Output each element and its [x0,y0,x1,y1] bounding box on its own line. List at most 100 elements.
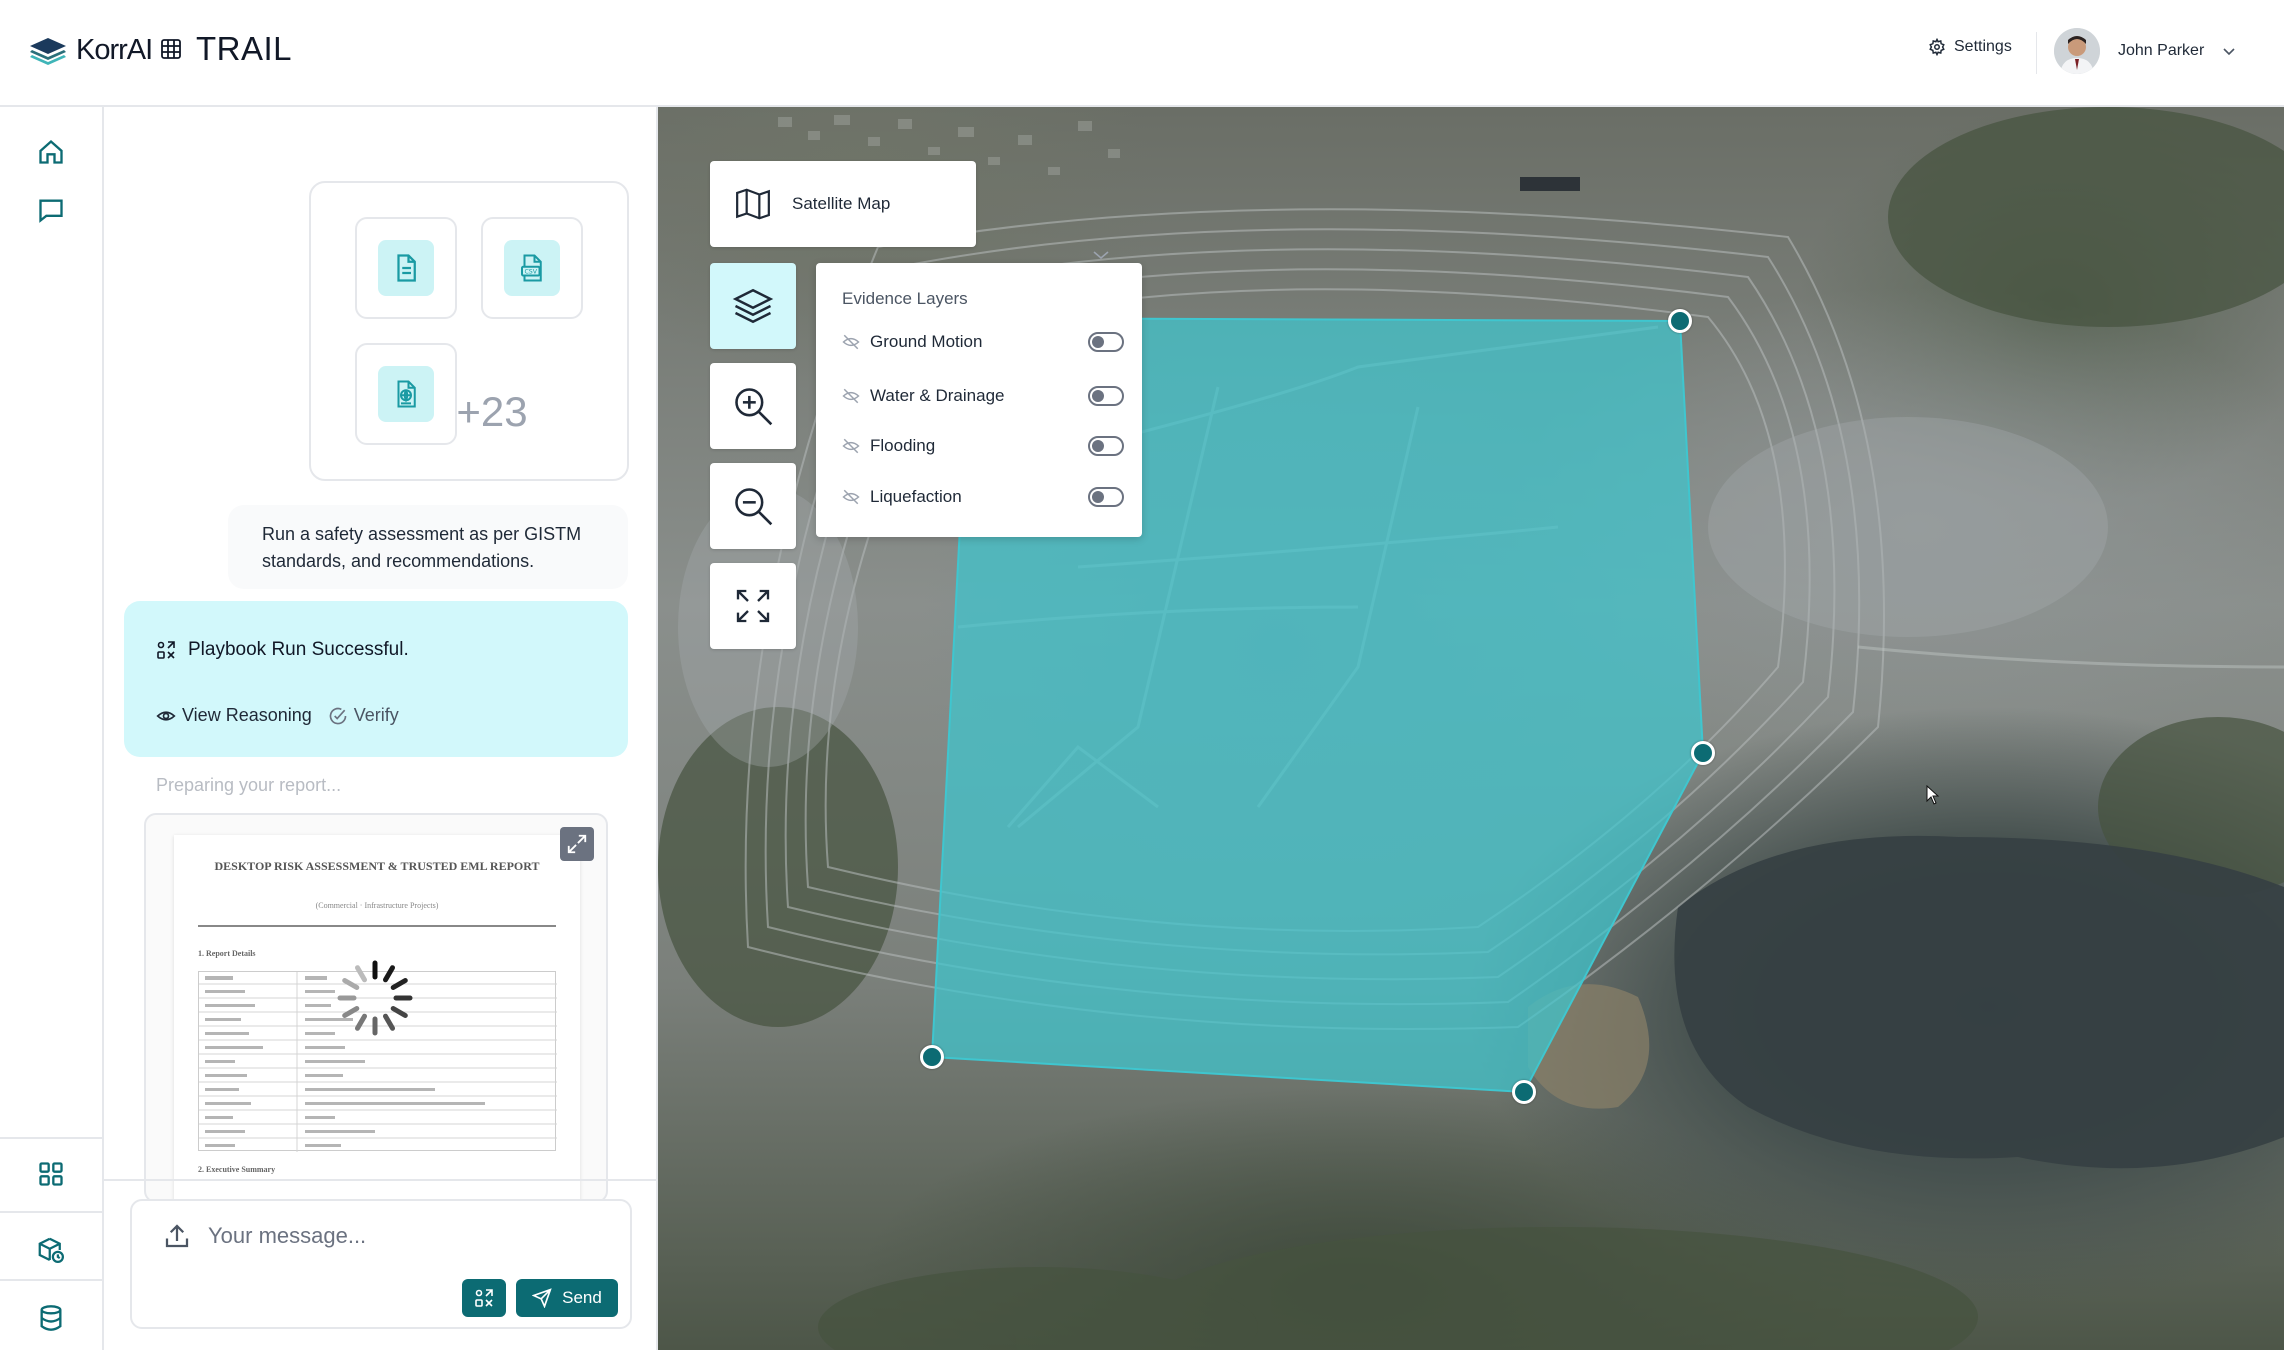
layer-name: Ground Motion [870,332,983,351]
send-icon [532,1288,552,1308]
playbook-result-card: Playbook Run Successful. View Reasoning … [124,601,628,757]
attachments-card: CSV +23 [309,181,629,481]
report-rule [198,925,556,927]
loading-spinner-icon [337,960,413,1036]
gear-icon [1929,38,1945,56]
zoom-in-icon [735,388,773,426]
brand-logo[interactable]: KorrAI [28,34,153,67]
basemap-label: Satellite Map [792,194,891,213]
web-document-icon [397,380,416,408]
polygon-vertex-handle[interactable] [920,1045,944,1069]
expand-icon [567,834,587,854]
send-button[interactable]: Send [516,1279,618,1317]
report-subtitle: (Commercial · Infrastructure Projects) [315,901,439,910]
app-name: TRAIL [196,30,293,67]
message-input[interactable] [208,1219,588,1253]
user-message: Run a safety assessment as per GISTM sta… [228,505,628,589]
nav-chat[interactable] [28,187,74,233]
layer-name: Water & Drainage [870,386,1005,405]
attachment-document[interactable] [355,217,457,319]
upload-icon [165,1224,189,1248]
report-preview[interactable]: DESKTOP RISK ASSESSMENT & TRUSTED EML RE… [144,813,608,1203]
left-sidebar [0,107,104,1350]
layer-row-ground-motion: Ground Motion [842,327,1124,357]
layers-icon [732,288,774,324]
basemap-selector[interactable]: Satellite Map [710,161,976,247]
result-title-text: Playbook Run Successful. [188,639,409,660]
polygon-vertex-handle[interactable] [1668,309,1692,333]
settings-button[interactable]: Settings [1928,38,2012,56]
nav-dashboard[interactable] [28,1151,74,1197]
nav-assets[interactable] [28,1227,74,1273]
report-section-heading: 2. Executive Summary [198,1165,276,1174]
expand-report-button[interactable] [560,827,594,861]
playbook-button[interactable] [462,1279,506,1317]
eye-icon [156,710,176,721]
preparing-status: Preparing your report... [156,775,342,795]
layer-row-liquefaction: Liquefaction [842,482,1124,512]
result-title: Playbook Run Successful. [156,639,409,661]
fullscreen-icon [736,589,770,623]
verify-label: Verify [353,705,399,725]
layer-toggle-water-drainage[interactable] [1088,386,1124,406]
more-attachments-count[interactable]: +23 [441,361,543,463]
verify-button[interactable]: Verify [328,705,399,726]
chevron-down-icon [1093,251,1109,260]
fullscreen-button[interactable] [710,563,796,649]
home-icon [39,139,63,164]
nav-home[interactable] [28,129,74,175]
view-reasoning-label: View Reasoning [182,705,312,725]
layer-row-flooding: Flooding [842,431,1124,461]
mouse-cursor-icon [1926,785,1940,805]
report-section-heading: 1. Report Details [198,949,256,958]
box-clock-icon [38,1237,64,1263]
eye-off-icon [842,489,860,505]
top-header: KorrAI TRAIL Settings John Parker [0,0,2284,107]
document-icon [397,254,416,282]
send-label: Send [562,1288,602,1307]
app-root: KorrAI TRAIL Settings John Parker CSV +2… [0,0,2284,1350]
brand-name: KorrAI [76,34,153,66]
chevron-down-icon [2223,48,2235,56]
layer-toggle-ground-motion[interactable] [1088,332,1124,352]
layer-name: Liquefaction [870,487,962,506]
upload-button[interactable] [162,1221,192,1256]
grid-icon [39,1162,63,1186]
stacked-layers-logo-icon [30,37,66,65]
layers-button[interactable] [710,263,796,349]
chat-icon [39,199,63,223]
nav-divider [0,1137,104,1139]
header-divider [2036,32,2037,74]
message-composer: Send [130,1199,632,1329]
view-reasoning-button[interactable]: View Reasoning [156,705,312,726]
zoom-out-button[interactable] [710,463,796,549]
avatar [2054,28,2100,74]
attachment-csv[interactable]: CSV [481,217,583,319]
app-title: TRAIL [160,30,292,68]
composer-divider [104,1179,656,1181]
csv-icon: CSV [521,254,542,282]
nav-divider [0,1279,104,1281]
map-icon [736,188,770,220]
nav-data[interactable] [28,1295,74,1341]
zoom-out-icon [735,488,773,526]
layer-toggle-flooding[interactable] [1088,436,1124,456]
svg-text:CSV: CSV [524,269,537,276]
eye-off-icon [842,438,860,454]
zoom-in-button[interactable] [710,363,796,449]
layer-toggle-liquefaction[interactable] [1088,487,1124,507]
user-name: John Parker [2118,42,2205,59]
polygon-vertex-handle[interactable] [1691,741,1715,765]
polygon-vertex-handle[interactable] [1512,1080,1536,1104]
database-icon [40,1305,62,1331]
settings-label: Settings [1954,38,2012,55]
layers-title: Evidence Layers [842,289,968,308]
user-menu[interactable]: John Parker [2054,28,2236,74]
playbook-icon [475,1289,493,1307]
chat-panel: CSV +23 Run a safety assessment as per G… [104,107,658,1350]
satellite-map[interactable]: Satellite Map Evidence Layers Ground Mot… [658,107,2284,1350]
check-circle-icon [329,707,347,724]
playbook-icon [157,641,175,659]
table-grid-icon [161,39,181,59]
nav-divider [0,1211,104,1213]
